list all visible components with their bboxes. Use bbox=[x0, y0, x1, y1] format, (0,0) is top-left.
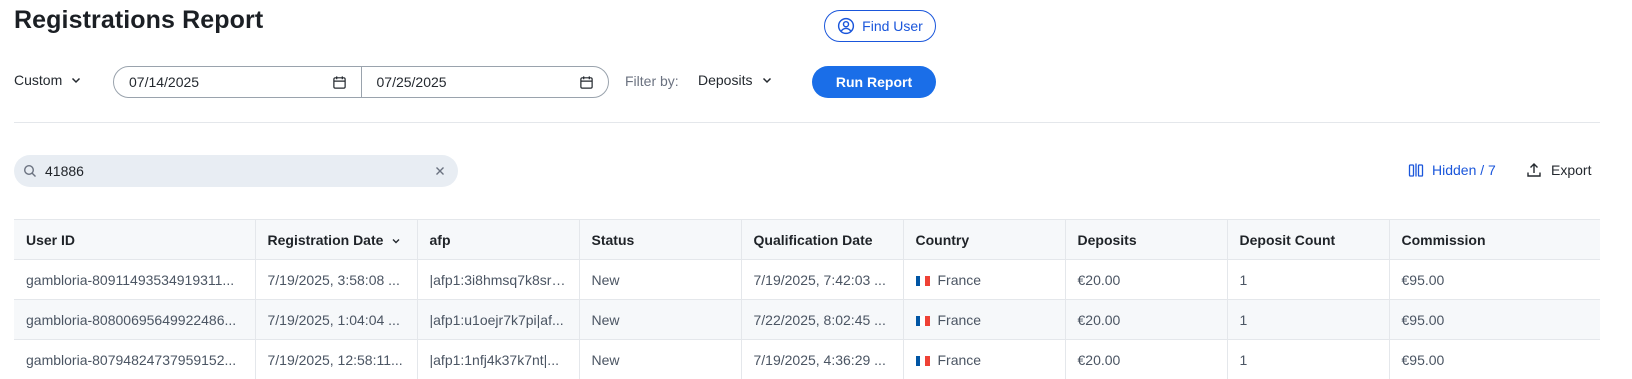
table-row[interactable]: gambloria-80911493534919311... 7/19/2025… bbox=[14, 259, 1600, 300]
registrations-table: User ID Registration Date afp Status Qua… bbox=[14, 219, 1600, 379]
cell-country: France bbox=[903, 299, 1066, 340]
date-preset-value: Custom bbox=[14, 72, 63, 88]
export-button[interactable]: Export bbox=[1526, 162, 1591, 178]
cell-deposit-count: 1 bbox=[1227, 259, 1390, 300]
col-header-deposits[interactable]: Deposits bbox=[1065, 219, 1228, 260]
cell-afp: |afp1:u1oejr7k7pi|af... bbox=[417, 299, 580, 340]
start-date-value: 07/14/2025 bbox=[129, 74, 200, 90]
chevron-down-icon bbox=[763, 77, 772, 84]
table-row[interactable]: gambloria-80794824737959152... 7/19/2025… bbox=[14, 339, 1600, 379]
columns-icon bbox=[1408, 163, 1424, 177]
cell-commission: €95.00 bbox=[1389, 339, 1600, 379]
search-value[interactable]: 41886 bbox=[45, 163, 434, 179]
search-icon bbox=[23, 164, 36, 177]
run-report-button[interactable]: Run Report bbox=[812, 66, 936, 98]
cell-country: France bbox=[903, 259, 1066, 300]
col-header-deposit-count[interactable]: Deposit Count bbox=[1227, 219, 1390, 260]
col-header-user-id[interactable]: User ID bbox=[14, 219, 256, 260]
col-header-commission[interactable]: Commission bbox=[1389, 219, 1600, 260]
calendar-icon[interactable] bbox=[332, 75, 347, 90]
table-row[interactable]: gambloria-80800695649922486... 7/19/2025… bbox=[14, 299, 1600, 340]
upload-icon bbox=[1527, 163, 1541, 177]
france-flag-icon bbox=[915, 275, 930, 286]
sort-desc-icon[interactable] bbox=[391, 236, 401, 246]
cell-commission: €95.00 bbox=[1389, 299, 1600, 340]
col-header-afp[interactable]: afp bbox=[417, 219, 580, 260]
user-circle-icon bbox=[838, 17, 855, 35]
cell-deposits: €20.00 bbox=[1065, 259, 1228, 300]
cell-status: New bbox=[579, 339, 742, 379]
cell-country: France bbox=[903, 339, 1066, 379]
cell-qualification-date: 7/19/2025, 4:36:29 ... bbox=[741, 339, 904, 379]
cell-qualification-date: 7/22/2025, 8:02:45 ... bbox=[741, 299, 904, 340]
end-date-value: 07/25/2025 bbox=[376, 74, 447, 90]
cell-afp: |afp1:3i8hmsq7k8sr|... bbox=[417, 259, 580, 300]
cell-deposit-count: 1 bbox=[1227, 299, 1390, 340]
cell-qualification-date: 7/19/2025, 7:42:03 ... bbox=[741, 259, 904, 300]
end-date-field[interactable]: 07/25/2025 bbox=[360, 67, 609, 97]
france-flag-icon bbox=[915, 355, 930, 366]
filter-value: Deposits bbox=[698, 72, 753, 88]
page-title: Registrations Report bbox=[14, 6, 264, 34]
cell-status: New bbox=[579, 259, 742, 300]
table-header-row: User ID Registration Date afp Status Qua… bbox=[14, 219, 1600, 260]
start-date-field[interactable]: 07/14/2025 bbox=[114, 67, 361, 97]
cell-deposits: €20.00 bbox=[1065, 339, 1228, 379]
cell-registration-date: 7/19/2025, 3:58:08 ... bbox=[255, 259, 418, 300]
chevron-down-icon bbox=[72, 77, 81, 84]
hidden-columns-button[interactable]: Hidden / 7 bbox=[1408, 162, 1496, 178]
cell-user-id: gambloria-80800695649922486... bbox=[14, 299, 256, 340]
filter-label: Filter by: bbox=[625, 73, 679, 89]
france-flag-icon bbox=[915, 315, 930, 326]
cell-registration-date: 7/19/2025, 12:58:11... bbox=[255, 339, 418, 379]
cell-deposits: €20.00 bbox=[1065, 299, 1228, 340]
cell-status: New bbox=[579, 299, 742, 340]
date-range-picker: 07/14/2025 07/25/2025 bbox=[113, 66, 609, 98]
report-controls: Custom 07/14/2025 07/25/2025 Filter by: … bbox=[0, 64, 1632, 98]
hidden-columns-label: Hidden / 7 bbox=[1432, 162, 1496, 178]
col-header-country[interactable]: Country bbox=[903, 219, 1066, 260]
cell-user-id: gambloria-80911493534919311... bbox=[14, 259, 256, 300]
col-header-status[interactable]: Status bbox=[579, 219, 742, 260]
section-divider bbox=[14, 122, 1600, 123]
clear-icon[interactable] bbox=[434, 165, 446, 177]
calendar-icon[interactable] bbox=[579, 75, 594, 90]
cell-commission: €95.00 bbox=[1389, 259, 1600, 300]
export-label: Export bbox=[1551, 162, 1592, 178]
search-input[interactable]: 41886 bbox=[14, 155, 458, 187]
col-header-qualification-date[interactable]: Qualification Date bbox=[741, 219, 904, 260]
cell-deposit-count: 1 bbox=[1227, 339, 1390, 379]
filter-by-select[interactable]: Deposits bbox=[698, 72, 773, 88]
date-preset-select[interactable]: Custom bbox=[14, 72, 82, 88]
find-user-label: Find User bbox=[862, 18, 923, 34]
find-user-button[interactable]: Find User bbox=[824, 10, 936, 42]
cell-user-id: gambloria-80794824737959152... bbox=[14, 339, 256, 379]
col-header-registration-date[interactable]: Registration Date bbox=[255, 219, 418, 260]
cell-registration-date: 7/19/2025, 1:04:04 ... bbox=[255, 299, 418, 340]
cell-afp: |afp1:1nfj4k37k7nt|... bbox=[417, 339, 580, 379]
